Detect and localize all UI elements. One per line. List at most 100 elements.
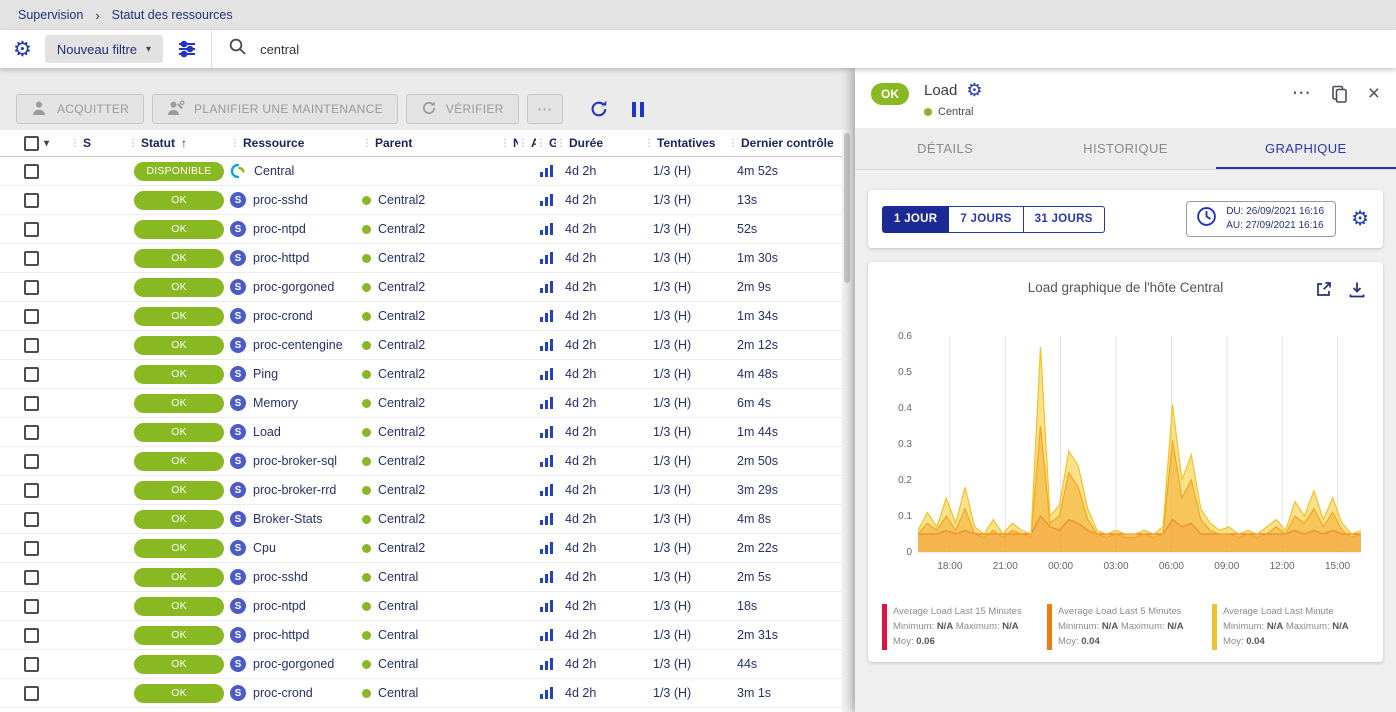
pause-button[interactable] [631, 101, 645, 118]
graph-icon[interactable] [539, 193, 554, 207]
resource-cell[interactable]: S proc-httpd [230, 250, 362, 266]
column-header-tries[interactable]: ⋮Tentatives [644, 136, 728, 150]
advanced-filter-icon[interactable] [177, 39, 197, 59]
parent-cell[interactable]: Central2 [362, 396, 500, 410]
copy-link-icon[interactable] [1331, 85, 1348, 103]
resource-cell[interactable]: S proc-ntpd [230, 598, 362, 614]
graph-icon[interactable] [539, 164, 554, 178]
row-checkbox[interactable] [24, 425, 39, 440]
column-header-notification[interactable]: ⋮N [500, 136, 518, 150]
resource-cell[interactable]: S proc-httpd [230, 627, 362, 643]
table-scrollbar-thumb[interactable] [844, 133, 850, 283]
row-checkbox[interactable] [24, 222, 39, 237]
parent-cell[interactable]: Central2 [362, 309, 500, 323]
graph-icon[interactable] [539, 251, 554, 265]
date-range-picker[interactable]: DU: 26/09/2021 16:16 AU: 27/09/2021 16:1… [1186, 201, 1336, 237]
row-checkbox[interactable] [24, 483, 39, 498]
panel-more-icon[interactable]: ⋯ [1292, 84, 1311, 103]
row-checkbox[interactable] [24, 251, 39, 266]
resource-cell[interactable]: S Load [230, 424, 362, 440]
plan-maintenance-button[interactable]: PLANIFIER UNE MAINTENANCE [152, 94, 398, 124]
table-row[interactable]: OK S proc-httpd Central 4d 2h 1/3 (H) 2m… [0, 621, 842, 650]
graph-icon[interactable] [539, 338, 554, 352]
resource-cell[interactable]: S proc-sshd [230, 569, 362, 585]
parent-cell[interactable]: Central2 [362, 280, 500, 294]
resource-cell[interactable]: S Cpu [230, 540, 362, 556]
more-actions-button[interactable]: ⋯ [527, 94, 563, 124]
parent-cell[interactable]: Central2 [362, 425, 500, 439]
check-button[interactable]: VÉRIFIER [406, 94, 519, 124]
resource-cell[interactable]: S proc-broker-sql [230, 453, 362, 469]
time-range-7-jours[interactable]: 7 JOURS [949, 206, 1023, 233]
table-row[interactable]: OK S proc-crond Central2 4d 2h 1/3 (H) 1… [0, 302, 842, 331]
tab-graphique[interactable]: GRAPHIQUE [1216, 128, 1396, 169]
parent-cell[interactable]: Central2 [362, 251, 500, 265]
breadcrumb-item-supervision[interactable]: Supervision [18, 8, 83, 22]
parent-cell[interactable]: Central [362, 599, 500, 613]
row-checkbox[interactable] [24, 628, 39, 643]
graph-icon[interactable] [539, 541, 554, 555]
row-checkbox[interactable] [24, 367, 39, 382]
parent-cell[interactable]: Central2 [362, 193, 500, 207]
table-row[interactable]: OK S Memory Central2 4d 2h 1/3 (H) 6m 4s [0, 389, 842, 418]
graph-icon[interactable] [539, 396, 554, 410]
graph-icon[interactable] [539, 686, 554, 700]
resource-cell[interactable]: S proc-crond [230, 308, 362, 324]
column-header-resource[interactable]: ⋮Ressource [230, 136, 362, 150]
resource-cell[interactable]: S proc-gorgoned [230, 656, 362, 672]
row-checkbox[interactable] [24, 338, 39, 353]
graph-icon[interactable] [539, 454, 554, 468]
parent-cell[interactable]: Central [362, 657, 500, 671]
table-row[interactable]: OK S Broker-Stats Central2 4d 2h 1/3 (H)… [0, 505, 842, 534]
parent-cell[interactable]: Central2 [362, 367, 500, 381]
resource-cell[interactable]: Central [230, 163, 362, 179]
search-input[interactable] [260, 42, 680, 57]
table-row[interactable]: OK S proc-httpd Central2 4d 2h 1/3 (H) 1… [0, 244, 842, 273]
row-checkbox[interactable] [24, 454, 39, 469]
resource-cell[interactable]: S proc-centengine [230, 337, 362, 353]
graph-icon[interactable] [539, 222, 554, 236]
select-all-checkbox[interactable] [24, 136, 39, 151]
resource-cell[interactable]: S proc-ntpd [230, 221, 362, 237]
graph-icon[interactable] [539, 309, 554, 323]
graph-icon[interactable] [539, 570, 554, 584]
table-row[interactable]: OK S proc-ntpd Central 4d 2h 1/3 (H) 18s [0, 592, 842, 621]
graph-settings-gear-icon[interactable]: ⚙ [1351, 209, 1369, 229]
refresh-button[interactable] [589, 99, 609, 119]
column-header-severity[interactable]: ⋮S [70, 136, 128, 150]
row-checkbox[interactable] [24, 570, 39, 585]
table-row[interactable]: OK S proc-ntpd Central2 4d 2h 1/3 (H) 52… [0, 215, 842, 244]
table-row[interactable]: OK S proc-crond Central 4d 2h 1/3 (H) 3m… [0, 679, 842, 708]
tab-détails[interactable]: DÉTAILS [855, 128, 1035, 169]
resource-cell[interactable]: S Ping [230, 366, 362, 382]
row-checkbox[interactable] [24, 599, 39, 614]
table-row[interactable]: OK S proc-sshd Central2 4d 2h 1/3 (H) 13… [0, 186, 842, 215]
time-range-31-jours[interactable]: 31 JOURS [1024, 206, 1105, 233]
selection-menu-caret-icon[interactable]: ▾ [44, 138, 49, 149]
table-scrollbar[interactable] [842, 130, 852, 712]
table-row[interactable]: DISPONIBLE Central 4d 2h 1/3 (H) 4m 52s [0, 157, 842, 186]
row-checkbox[interactable] [24, 193, 39, 208]
graph-icon[interactable] [539, 657, 554, 671]
row-checkbox[interactable] [24, 657, 39, 672]
table-row[interactable]: OK S proc-gorgoned Central2 4d 2h 1/3 (H… [0, 273, 842, 302]
table-row[interactable]: OK S proc-broker-rrd Central2 4d 2h 1/3 … [0, 476, 842, 505]
parent-cell[interactable]: Central2 [362, 338, 500, 352]
row-checkbox[interactable] [24, 686, 39, 701]
open-in-new-icon[interactable] [1315, 281, 1332, 298]
new-filter-dropdown[interactable]: Nouveau filtre ▾ [45, 35, 163, 63]
graph-icon[interactable] [539, 599, 554, 613]
graph-icon[interactable] [539, 367, 554, 381]
parent-cell[interactable]: Central2 [362, 454, 500, 468]
table-row[interactable]: OK S Ping Central2 4d 2h 1/3 (H) 4m 48s [0, 360, 842, 389]
resource-settings-gear-icon[interactable]: ⚙ [966, 81, 982, 99]
resource-cell[interactable]: S Memory [230, 395, 362, 411]
parent-cell[interactable]: Central [362, 686, 500, 700]
download-icon[interactable] [1349, 281, 1365, 298]
table-row[interactable]: OK S proc-centengine Central2 4d 2h 1/3 … [0, 331, 842, 360]
parent-cell[interactable]: Central2 [362, 512, 500, 526]
row-checkbox[interactable] [24, 164, 39, 179]
graph-icon[interactable] [539, 483, 554, 497]
parent-cell[interactable]: Central2 [362, 483, 500, 497]
resource-cell[interactable]: S proc-sshd [230, 192, 362, 208]
